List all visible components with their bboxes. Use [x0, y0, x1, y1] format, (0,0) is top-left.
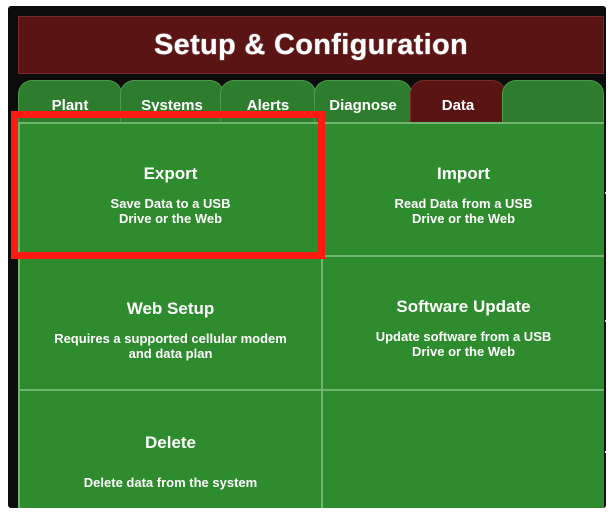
tab-alerts[interactable]: Alerts [220, 80, 316, 126]
export-title: Export [143, 164, 198, 183]
web-setup-tile[interactable]: Web Setup Requires a supported cellular … [18, 255, 323, 391]
page-title: Setup & Configuration [154, 28, 468, 61]
software-update-description: Update software from a USB Drive or the … [375, 329, 552, 359]
software-update-tile[interactable]: Software Update Update software from a U… [321, 255, 606, 391]
tab-diagnose[interactable]: Diagnose [314, 80, 412, 126]
edge-tick [605, 192, 606, 194]
data-panel: Export Save Data to a USB Drive or the W… [18, 122, 606, 508]
software-update-title: Software Update [396, 297, 531, 316]
tab-systems[interactable]: Systems [120, 80, 224, 126]
import-description: Read Data from a USB Drive or the Web [394, 196, 533, 226]
tab-extra[interactable] [502, 80, 604, 126]
empty-tile[interactable] [321, 389, 606, 508]
edge-tick [605, 320, 606, 322]
web-setup-description: Requires a supported cellular modem and … [54, 331, 287, 361]
device-screen: Setup & Configuration Plant Systems Aler… [8, 6, 606, 508]
edge-tick [605, 451, 606, 453]
import-title: Import [437, 164, 490, 183]
export-description: Save Data to a USB Drive or the Web [110, 196, 231, 226]
tab-data[interactable]: Data [410, 80, 506, 126]
export-tile[interactable]: Export Save Data to a USB Drive or the W… [18, 122, 323, 257]
delete-tile[interactable]: Delete Delete data from the system [18, 389, 323, 508]
title-bar: Setup & Configuration [18, 16, 604, 74]
delete-description: Delete data from the system [83, 475, 258, 490]
tab-plant[interactable]: Plant [18, 80, 122, 126]
import-tile[interactable]: Import Read Data from a USB Drive or the… [321, 122, 606, 257]
delete-title: Delete [144, 433, 197, 452]
web-setup-title: Web Setup [126, 299, 215, 318]
